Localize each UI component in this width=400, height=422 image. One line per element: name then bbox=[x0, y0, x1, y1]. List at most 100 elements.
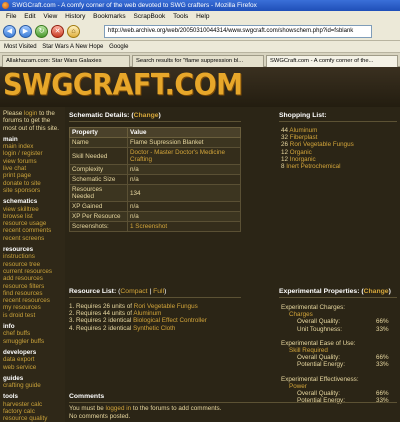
bookmark-most-visited[interactable]: Most Visited bbox=[4, 44, 37, 50]
full-link[interactable]: Full bbox=[153, 288, 164, 295]
menu-history[interactable]: History bbox=[65, 13, 85, 20]
reload-icon[interactable]: ↻ bbox=[35, 25, 48, 38]
tab-swgcraft[interactable]: SWGCraft.com - A comfy corner of the... bbox=[266, 55, 398, 67]
sidebar-link-live-chat[interactable]: live chat bbox=[3, 165, 63, 172]
sidebar-link-is-droid-test[interactable]: is droid test bbox=[3, 312, 63, 319]
experimental-subtitle-link[interactable]: Charges bbox=[281, 311, 399, 318]
menu-file[interactable]: File bbox=[6, 13, 16, 20]
property-cell: Complexity bbox=[69, 164, 128, 175]
sidebar-link-site-sponsors[interactable]: site sponsors bbox=[3, 187, 63, 194]
sidebar-link-browse-list[interactable]: browse list bbox=[3, 213, 63, 220]
sidebar-link-recent-screens[interactable]: recent screens bbox=[3, 235, 63, 242]
sidebar-link-print-page[interactable]: print page bbox=[3, 172, 63, 179]
sidebar-link-web-service[interactable]: web service bbox=[3, 364, 63, 371]
shopping-resource-link[interactable]: Organic bbox=[290, 149, 312, 156]
menu-tools[interactable]: Tools bbox=[173, 13, 188, 20]
resource-link[interactable]: Biological Effect Controller bbox=[133, 317, 207, 324]
experimental-subtitle-link[interactable]: Skill Required bbox=[281, 347, 399, 354]
schematic-header: Schematic Details: (Change) bbox=[69, 112, 241, 122]
sidebar-section-developers: developers bbox=[3, 348, 37, 356]
shopping-item: 12 Inorganic bbox=[281, 156, 397, 163]
experimental-group-title: Experimental Effectiveness: bbox=[281, 375, 359, 383]
sidebar-link-resource-usage[interactable]: resource usage bbox=[3, 220, 63, 227]
tab-search-results[interactable]: Search results for "flame suppression bl… bbox=[132, 55, 264, 67]
shopping-resource-link[interactable]: Rori Vegetable Fungus bbox=[290, 141, 354, 148]
sidebar-link-resource-tree[interactable]: resource tree bbox=[3, 261, 63, 268]
compact-link[interactable]: Compact bbox=[120, 288, 147, 295]
bookmark-star-wars[interactable]: Star Wars A New Hope bbox=[42, 44, 103, 50]
shopping-list: 44 Aluminum 32 Fiberplast 26 Rori Vegetabl… bbox=[281, 127, 397, 170]
sidebar-link-add-resources[interactable]: add resources bbox=[3, 275, 63, 282]
sidebar-link-chef-buffs[interactable]: chef buffs bbox=[3, 330, 63, 337]
sidebar-link-view-skilltree[interactable]: view skilltree bbox=[3, 206, 63, 213]
sidebar-link-login-register[interactable]: login / register bbox=[3, 150, 63, 157]
resource-list: 1. Requires 26 units of Rori Vegetable F… bbox=[69, 303, 259, 332]
tab-allakhazam[interactable]: Allakhazam.com: Star Wars Galaxies bbox=[2, 55, 130, 67]
value-cell: n/a bbox=[127, 211, 241, 222]
sidebar-link-resource-quality[interactable]: resource quality bbox=[3, 415, 63, 422]
shopping-qty: 44 bbox=[281, 127, 289, 134]
sidebar-link-donate-to-site[interactable]: donate to site bbox=[3, 180, 63, 187]
property-cell: XP Gained bbox=[69, 201, 128, 212]
shopping-resource-link[interactable]: Inert Petrochemical bbox=[286, 163, 340, 170]
value-cell[interactable]: Doctor - Master Doctor's Medicine Crafti… bbox=[127, 147, 241, 165]
property-cell: Screenshots: bbox=[69, 221, 128, 232]
resource-link[interactable]: Aluminum bbox=[133, 310, 161, 317]
shopping-item: 32 Fiberplast bbox=[281, 134, 397, 141]
bookmark-google[interactable]: Google bbox=[109, 44, 128, 50]
resource-link[interactable]: Rori Vegetable Fungus bbox=[134, 303, 198, 310]
sidebar-link-instructions[interactable]: instructions bbox=[3, 253, 63, 260]
sidebar-link-factory-calc[interactable]: factory calc bbox=[3, 408, 63, 415]
menu-help[interactable]: Help bbox=[196, 13, 209, 20]
sidebar-link-resource-filters[interactable]: resource filters bbox=[3, 283, 63, 290]
shopping-resource-link[interactable]: Aluminum bbox=[289, 127, 317, 134]
experimental-value: 66% bbox=[376, 354, 389, 362]
site-logo[interactable]: SWGCRAFT.COM bbox=[3, 68, 243, 105]
menu-edit[interactable]: Edit bbox=[24, 13, 35, 20]
sidebar-link-view-forums[interactable]: view forums bbox=[3, 158, 63, 165]
experimental-subtitle-link[interactable]: Power bbox=[281, 383, 399, 390]
resource-link[interactable]: Synthetic Cloth bbox=[133, 325, 175, 332]
shopping-resource-link[interactable]: Inorganic bbox=[290, 156, 316, 163]
value-cell: Flame Supression Blanket bbox=[127, 137, 241, 148]
value-cell[interactable]: 1 Screenshot bbox=[127, 221, 241, 232]
sidebar-link-recent-comments[interactable]: recent comments bbox=[3, 227, 63, 234]
sidebar-link-smuggler-buffs[interactable]: smuggler buffs bbox=[3, 338, 63, 345]
sidebar-section-main: main bbox=[3, 135, 18, 143]
url-bar[interactable]: http://web.archive.org/web/2005031004431… bbox=[104, 25, 372, 38]
login-link[interactable]: login bbox=[24, 110, 37, 117]
window-titlebar: SWGCraft.com - A comfy corner of the web… bbox=[0, 0, 400, 11]
shopping-resource-link[interactable]: Fiberplast bbox=[290, 134, 318, 141]
experimental-row: Potential Energy: 33% bbox=[281, 361, 399, 368]
menu-scrapbook[interactable]: ScrapBook bbox=[133, 13, 165, 20]
add-comment-note: You must be logged in to the forums to a… bbox=[69, 405, 222, 412]
stop-icon[interactable]: ✕ bbox=[51, 25, 64, 38]
back-icon[interactable]: ◀ bbox=[3, 25, 16, 38]
no-comments-text: No comments posted. bbox=[69, 413, 131, 420]
sidebar-link-main-index[interactable]: main index bbox=[3, 143, 63, 150]
home-icon[interactable]: ⌂ bbox=[67, 25, 80, 38]
value-cell: n/a bbox=[127, 201, 241, 212]
comments-header: Comments bbox=[69, 393, 397, 403]
menu-view[interactable]: View bbox=[43, 13, 57, 20]
resource-item: 2. Requires 44 units of Aluminum bbox=[69, 310, 259, 317]
shopping-item: 8 Inert Petrochemical bbox=[281, 163, 397, 170]
experimental-label: Overall Quality: bbox=[297, 354, 341, 362]
experimental-group: Experimental Ease of Use: Skill Required O… bbox=[281, 340, 399, 369]
sidebar-link-crafting-guide[interactable]: crafting guide bbox=[3, 382, 63, 389]
sidebar-link-data-export[interactable]: data export bbox=[3, 356, 63, 363]
sidebar-link-harvester-calc[interactable]: harvester calc bbox=[3, 401, 63, 408]
change-schematic-link[interactable]: Change bbox=[134, 112, 159, 119]
menu-bookmarks[interactable]: Bookmarks bbox=[93, 13, 126, 20]
sidebar-link-current-resources[interactable]: current resources bbox=[3, 268, 63, 275]
sidebar-sections: main main index login / register view forum… bbox=[3, 136, 63, 422]
schematic-table: Property Value Name Flame Supression Blan… bbox=[69, 127, 241, 232]
sidebar-link-find-resources[interactable]: find resources bbox=[3, 290, 63, 297]
forward-icon[interactable]: ▶ bbox=[19, 25, 32, 38]
sidebar-link-my-resources[interactable]: my resources bbox=[3, 304, 63, 311]
logged-in-link[interactable]: logged in bbox=[106, 405, 132, 412]
sidebar-link-recent-resources[interactable]: recent resources bbox=[3, 297, 63, 304]
change-experimental-link[interactable]: Change bbox=[364, 288, 389, 295]
shopping-item: 44 Aluminum bbox=[281, 127, 397, 134]
sidebar-section-schematics: schematics bbox=[3, 198, 38, 206]
